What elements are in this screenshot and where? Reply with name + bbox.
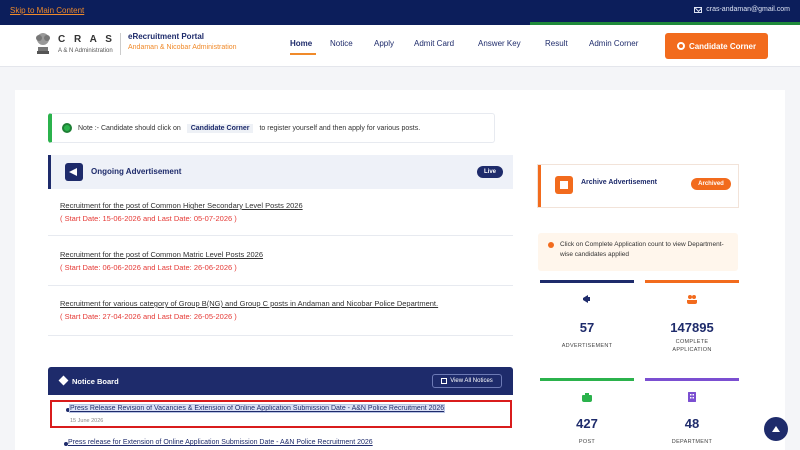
- notice-board-title: Notice Board: [72, 377, 119, 386]
- advertisement-title[interactable]: Recruitment for the post of Common Highe…: [60, 201, 500, 210]
- external-link-icon: [441, 378, 448, 384]
- portal-title: eRecruitment Portal: [128, 32, 205, 41]
- stat-advertisement[interactable]: 57 ADVERTISEMENT: [540, 280, 634, 362]
- view-all-notices-button[interactable]: View All Notices: [432, 374, 502, 388]
- advertisement-item[interactable]: Recruitment for the post of Common Matri…: [60, 250, 500, 272]
- top-bar: Skip to Main Content cras-andaman@gmail.…: [0, 0, 800, 22]
- scroll-to-top-button[interactable]: [764, 417, 788, 441]
- ongoing-header: Ongoing Advertisement Live: [48, 155, 513, 189]
- stat-bar: [540, 280, 634, 283]
- nav-answer-key[interactable]: Answer Key: [478, 39, 521, 48]
- skip-to-content-link[interactable]: Skip to Main Content: [10, 6, 84, 15]
- megaphone-icon: [583, 295, 590, 303]
- building-icon: [688, 392, 696, 402]
- live-badge: Live: [477, 166, 503, 178]
- stat-value: 427: [576, 416, 598, 431]
- info-banner: Click on Complete Application count to v…: [538, 233, 738, 271]
- nav-home[interactable]: Home: [290, 39, 312, 48]
- stat-bar: [540, 378, 634, 381]
- candidate-corner-button[interactable]: Candidate Corner: [665, 33, 768, 59]
- contact-email[interactable]: cras-andaman@gmail.com: [694, 6, 790, 13]
- advertisement-item[interactable]: Recruitment for various category of Grou…: [60, 299, 500, 321]
- stat-value: 57: [579, 320, 595, 335]
- notice-link[interactable]: Press Release Revision of Vacancies & Ex…: [68, 404, 446, 413]
- brand-subtitle: A & N Administration: [58, 48, 113, 54]
- advertisement-title[interactable]: Recruitment for various category of Grou…: [60, 299, 500, 308]
- brand-block[interactable]: C R A S A & N Administration: [58, 34, 115, 54]
- advertisement-dates: ( Start Date: 06-06-2026 and Last Date: …: [60, 263, 237, 272]
- advertisement-dates: ( Start Date: 27-04-2026 and Last Date: …: [60, 312, 237, 321]
- notice-board-card: Notice Board View All Notices Press Rele…: [48, 367, 513, 450]
- stat-label: ADVERTISEMENT: [561, 343, 613, 349]
- megaphone-icon: [65, 163, 83, 181]
- stat-complete-application[interactable]: 147895 COMPLETE APPLICATION: [645, 280, 739, 362]
- info-icon: [548, 242, 554, 248]
- arrow-up-icon: [772, 426, 780, 432]
- archived-badge: Archived: [691, 178, 731, 190]
- pin-icon: [58, 375, 69, 386]
- ongoing-title: Ongoing Advertisement: [91, 167, 182, 176]
- brand-divider: [120, 33, 121, 55]
- note-icon: [62, 123, 72, 133]
- briefcase-icon: [582, 393, 592, 402]
- nav-admin-corner[interactable]: Admin Corner: [589, 39, 638, 48]
- view-all-label: View All Notices: [450, 378, 493, 384]
- emblem-icon: [36, 33, 50, 54]
- notice-link[interactable]: Press release for Extension of Online Ap…: [68, 439, 373, 446]
- info-text: Click on Complete Application count to v…: [560, 241, 724, 258]
- notice-board-header: Notice Board View All Notices: [48, 367, 513, 395]
- stat-post[interactable]: 427 POST: [540, 378, 634, 450]
- stat-label: COMPLETE APPLICATION: [672, 339, 712, 353]
- nav-notice[interactable]: Notice: [330, 39, 353, 48]
- mail-icon: [694, 6, 703, 13]
- stat-value: 147895: [670, 320, 714, 335]
- advertisement-title[interactable]: Recruitment for the post of Common Matri…: [60, 250, 500, 259]
- archive-advertisement-card[interactable]: Archive Advertisement Archived: [538, 165, 738, 207]
- note-banner: Note :- Candidate should click on Candid…: [48, 113, 495, 143]
- email-text: cras-andaman@gmail.com: [706, 6, 790, 13]
- stat-value: 48: [684, 416, 700, 431]
- note-candidate-corner-link[interactable]: Candidate Corner: [186, 123, 254, 133]
- advertisement-divider: [48, 285, 513, 286]
- candidate-corner-label: Candidate Corner: [688, 41, 757, 51]
- stat-bar: [645, 378, 739, 381]
- portal-subtitle: Andaman & Nicobar Administration: [128, 44, 237, 51]
- stat-bar: [645, 280, 739, 283]
- note-suffix: to register yourself and then apply for …: [259, 124, 421, 132]
- stat-department[interactable]: 48 DEPARTMENT: [645, 378, 739, 450]
- site-header: C R A S A & N Administration eRecruitmen…: [0, 25, 800, 67]
- advertisement-dates: ( Start Date: 15-06-2026 and Last Date: …: [60, 214, 237, 223]
- note-prefix: Note :- Candidate should click on: [78, 124, 181, 132]
- ongoing-advertisement-card: Ongoing Advertisement Live Recruitment f…: [48, 155, 513, 340]
- advertisement-divider: [48, 235, 513, 236]
- advertisement-item[interactable]: Recruitment for the post of Common Highe…: [60, 201, 500, 223]
- notice-item-highlighted[interactable]: Press Release Revision of Vacancies & Ex…: [50, 400, 512, 428]
- nav-apply[interactable]: Apply: [374, 39, 394, 48]
- notice-date: 15 June 2026: [70, 418, 104, 424]
- nav-result[interactable]: Result: [545, 39, 568, 48]
- users-icon: [687, 295, 697, 304]
- nav-active-underline: [290, 53, 316, 55]
- brand-name: C R A S: [58, 34, 115, 45]
- archive-icon: [555, 176, 573, 194]
- archive-title: Archive Advertisement: [581, 179, 657, 186]
- nav-admit-card[interactable]: Admit Card: [414, 39, 454, 48]
- stat-label: POST: [578, 439, 596, 445]
- advertisement-divider: [48, 335, 513, 336]
- gear-icon: [676, 42, 685, 50]
- stat-label: DEPARTMENT: [671, 439, 713, 445]
